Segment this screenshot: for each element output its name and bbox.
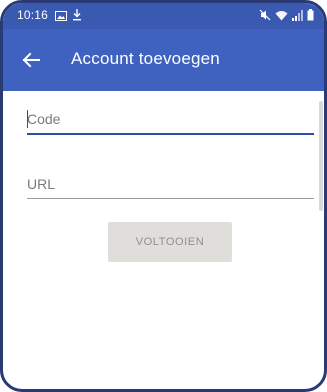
- battery-icon: [307, 9, 314, 24]
- mute-icon: [259, 9, 271, 24]
- arrow-left-icon[interactable]: [19, 48, 43, 72]
- url-field: [27, 174, 314, 199]
- image-icon: [55, 10, 67, 24]
- code-input[interactable]: [27, 109, 314, 129]
- download-icon: [72, 9, 82, 24]
- text-cursor: [27, 110, 28, 128]
- status-right-icons: [259, 9, 314, 24]
- url-input[interactable]: [27, 174, 314, 194]
- device-frame: 10:16 Account toevoegen Code URL VOLTOOI…: [0, 0, 327, 392]
- code-underline: [27, 133, 314, 135]
- wifi-icon: [275, 10, 288, 24]
- code-field: [27, 109, 314, 135]
- complete-button[interactable]: VOLTOOIEN: [108, 222, 232, 262]
- url-underline: [27, 198, 314, 199]
- status-bar: 10:16: [3, 3, 324, 29]
- status-time: 10:16: [17, 8, 49, 22]
- status-left-icons: [55, 9, 82, 24]
- scrollbar[interactable]: [319, 101, 323, 211]
- page-title: Account toevoegen: [71, 49, 220, 68]
- app-bar: Account toevoegen: [3, 29, 324, 91]
- signal-icon: [292, 9, 303, 24]
